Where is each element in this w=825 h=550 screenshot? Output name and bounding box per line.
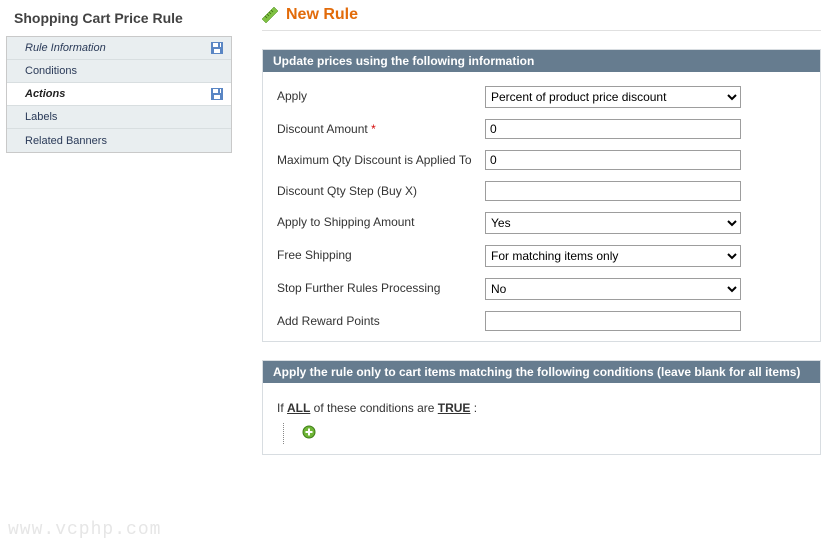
label-free-shipping: Free Shipping	[277, 245, 485, 262]
select-free-shipping[interactable]: For matching items only	[485, 245, 741, 267]
label-discount-amount: Discount Amount *	[277, 119, 485, 136]
row-reward-points: Add Reward Points	[277, 311, 806, 331]
sidebar-item-actions[interactable]: Actions	[7, 83, 231, 106]
condition-tree	[283, 423, 806, 444]
row-apply: Apply Percent of product price discount	[277, 86, 806, 108]
select-apply-shipping[interactable]: Yes	[485, 212, 741, 234]
fieldset-legend: Update prices using the following inform…	[263, 50, 820, 72]
save-icon	[211, 42, 223, 54]
row-stop-rules: Stop Further Rules Processing No	[277, 278, 806, 300]
input-reward-points[interactable]	[485, 311, 741, 331]
select-apply[interactable]: Percent of product price discount	[485, 86, 741, 108]
save-icon	[211, 88, 223, 100]
sidebar-item-rule-information[interactable]: Rule Information	[7, 37, 231, 60]
condition-root-text: If ALL of these conditions are TRUE :	[277, 397, 806, 423]
sidebar-item-label: Rule Information	[25, 42, 106, 54]
label-max-qty: Maximum Qty Discount is Applied To	[277, 150, 485, 167]
page-title: New Rule	[286, 6, 358, 24]
add-condition-button[interactable]	[302, 425, 316, 439]
sidebar-item-related-banners[interactable]: Related Banners	[7, 129, 231, 152]
sidebar: Shopping Cart Price Rule Rule Informatio…	[0, 0, 232, 473]
main: New Rule Update prices using the followi…	[232, 0, 825, 473]
fieldset-legend: Apply the rule only to cart items matchi…	[263, 361, 820, 383]
input-discount-amount[interactable]	[485, 119, 741, 139]
sidebar-item-label: Conditions	[25, 65, 77, 77]
row-qty-step: Discount Qty Step (Buy X)	[277, 181, 806, 201]
input-max-qty[interactable]	[485, 150, 741, 170]
row-max-qty: Maximum Qty Discount is Applied To	[277, 150, 806, 170]
sidebar-item-label: Labels	[25, 111, 57, 123]
required-asterisk: *	[371, 122, 376, 136]
row-free-shipping: Free Shipping For matching items only	[277, 245, 806, 267]
row-apply-shipping: Apply to Shipping Amount Yes	[277, 212, 806, 234]
sidebar-title: Shopping Cart Price Rule	[6, 10, 232, 36]
label-apply-shipping: Apply to Shipping Amount	[277, 212, 485, 229]
page-header: New Rule	[262, 6, 821, 31]
fieldset-conditions: Apply the rule only to cart items matchi…	[262, 360, 821, 455]
label-qty-step: Discount Qty Step (Buy X)	[277, 181, 485, 198]
watermark: www.vcphp.com	[8, 520, 161, 540]
condition-aggregator-link[interactable]: ALL	[287, 401, 310, 415]
sidebar-item-labels[interactable]: Labels	[7, 106, 231, 129]
fieldset-body: If ALL of these conditions are TRUE :	[263, 383, 820, 454]
label-stop-rules: Stop Further Rules Processing	[277, 278, 485, 295]
row-discount-amount: Discount Amount *	[277, 119, 806, 139]
label-apply: Apply	[277, 86, 485, 103]
fieldset-body: Apply Percent of product price discount …	[263, 72, 820, 341]
input-qty-step[interactable]	[485, 181, 741, 201]
fieldset-update-prices: Update prices using the following inform…	[262, 49, 821, 342]
sidebar-item-label: Related Banners	[25, 135, 107, 147]
sidebar-item-label: Actions	[25, 88, 65, 100]
sidebar-item-conditions[interactable]: Conditions	[7, 60, 231, 83]
ruler-icon	[262, 7, 278, 23]
select-stop-rules[interactable]: No	[485, 278, 741, 300]
side-nav: Rule Information Conditions Actions Labe…	[6, 36, 232, 153]
label-reward-points: Add Reward Points	[277, 311, 485, 328]
condition-value-link[interactable]: TRUE	[438, 401, 471, 415]
